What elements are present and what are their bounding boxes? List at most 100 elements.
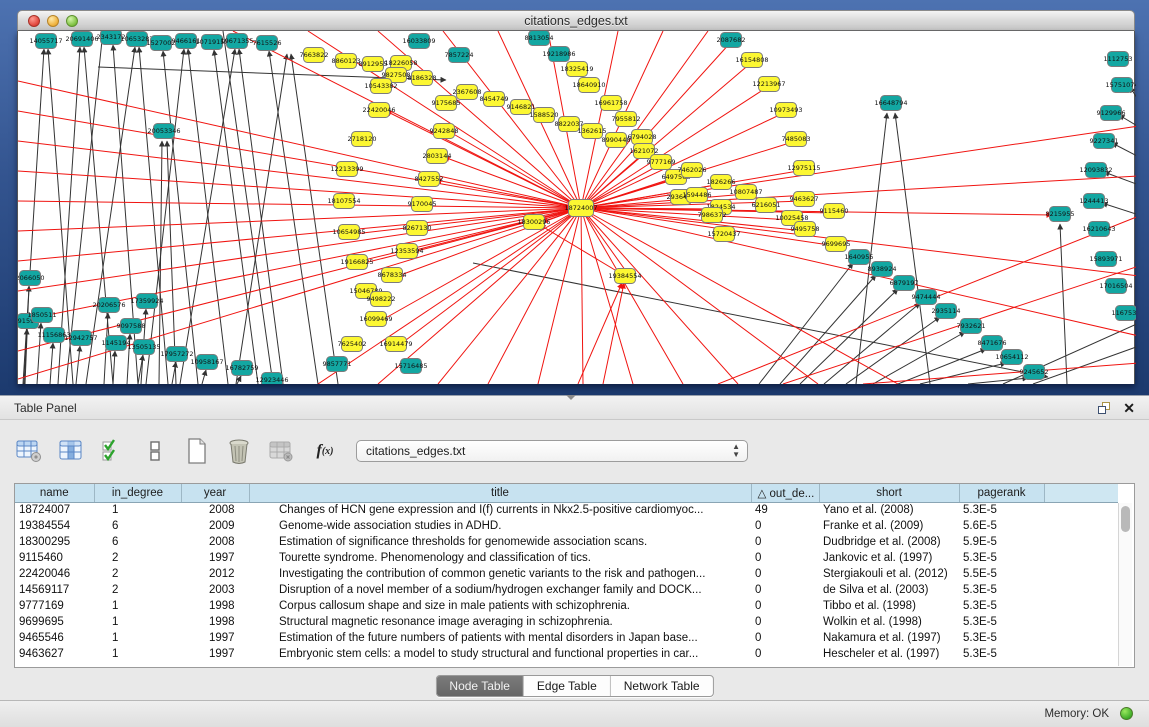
graph-node[interactable]: 6794028 xyxy=(628,130,657,145)
graph-node[interactable]: 8678334 xyxy=(378,268,407,283)
graph-node[interactable]: 7462026 xyxy=(678,163,707,178)
table-cell[interactable]: 1 xyxy=(94,630,181,646)
table-cell[interactable]: 5.3E-5 xyxy=(959,502,1044,518)
table-cell[interactable]: Changes of HCN gene expression and I(f) … xyxy=(249,502,751,518)
table-row[interactable]: 1938455462009Genome-wide association stu… xyxy=(15,518,1118,534)
network-graph-canvas[interactable]: 1405571720691406234317210653287152700294… xyxy=(17,31,1135,384)
graph-node[interactable]: 8454749 xyxy=(480,92,509,107)
table-cell[interactable]: Estimation of the future numbers of pati… xyxy=(249,630,751,646)
table-cell[interactable]: 18724007 xyxy=(15,502,94,518)
graph-node[interactable]: 7955812 xyxy=(612,112,641,127)
column-header-name[interactable]: name xyxy=(15,484,94,502)
table-cell[interactable] xyxy=(1044,646,1118,662)
graph-node[interactable]: 10654985 xyxy=(332,225,365,240)
graph-node[interactable]: 9495758 xyxy=(791,222,820,237)
graph-node[interactable]: 6879197 xyxy=(890,276,919,291)
table-cell[interactable]: 0 xyxy=(751,598,819,614)
graph-node[interactable]: 12923446 xyxy=(255,373,288,385)
graph-node[interactable]: 8427552 xyxy=(415,172,444,187)
graph-node[interactable]: 17016504 xyxy=(1099,279,1132,294)
graph-node[interactable]: 9175685 xyxy=(432,96,461,111)
table-cell[interactable]: 2003 xyxy=(181,582,249,598)
table-cell[interactable]: 0 xyxy=(751,630,819,646)
graph-node[interactable]: 1167531 xyxy=(1112,306,1136,321)
table-cell[interactable]: 0 xyxy=(751,614,819,630)
graph-node[interactable]: 10654112 xyxy=(995,350,1028,365)
table-cell[interactable]: 5.3E-5 xyxy=(959,598,1044,614)
graph-node[interactable]: 8813054 xyxy=(525,31,554,46)
graph-node[interactable]: 2718120 xyxy=(348,132,377,147)
graph-node[interactable]: 15893971 xyxy=(1089,252,1122,267)
graph-node[interactable]: 13505135 xyxy=(127,340,160,355)
table-cell[interactable]: 0 xyxy=(751,518,819,534)
table-cell[interactable]: Disruption of a novel member of a sodium… xyxy=(249,582,751,598)
graph-node[interactable]: 9474444 xyxy=(912,290,941,305)
table-cell[interactable]: 6 xyxy=(94,534,181,550)
citation-network-graph[interactable]: 1405571720691406234317210653287152700294… xyxy=(18,31,1136,384)
graph-node[interactable]: 7932621 xyxy=(957,319,986,334)
table-cell[interactable]: Tourette syndrome. Phenomenology and cla… xyxy=(249,550,751,566)
table-cell[interactable]: 5.5E-5 xyxy=(959,566,1044,582)
table-row[interactable]: 946554611997Estimation of the future num… xyxy=(15,630,1118,646)
graph-node[interactable]: 2803144 xyxy=(423,149,452,164)
table-cell[interactable]: 18300295 xyxy=(15,534,94,550)
table-cell[interactable]: Structural magnetic resonance image aver… xyxy=(249,614,751,630)
graph-node[interactable]: 9498222 xyxy=(367,292,396,307)
table-row[interactable]: 911546021997Tourette syndrome. Phenomeno… xyxy=(15,550,1118,566)
table-cell[interactable]: 49 xyxy=(751,502,819,518)
graph-node[interactable]: 7986372 xyxy=(698,208,727,223)
table-cell[interactable]: 0 xyxy=(751,582,819,598)
graph-node[interactable]: 7625402 xyxy=(338,337,367,352)
graph-node[interactable]: 19218986 xyxy=(542,47,575,62)
graph-node[interactable]: 20691406 xyxy=(65,32,98,47)
table-cell[interactable]: de Silva et al. (2003) xyxy=(819,582,959,598)
float-panel-icon[interactable] xyxy=(1097,402,1111,415)
table-cell[interactable]: 9115460 xyxy=(15,550,94,566)
graph-node[interactable]: 2935114 xyxy=(932,304,961,319)
table-cell[interactable] xyxy=(1044,582,1118,598)
graph-node[interactable]: 7663822 xyxy=(300,48,329,63)
table-cell[interactable]: Embryonic stem cells: a model to study s… xyxy=(249,646,751,662)
graph-node[interactable]: 8938924 xyxy=(868,262,897,277)
graph-node[interactable]: 2087682 xyxy=(717,33,746,48)
graph-node[interactable]: 8267130 xyxy=(403,221,432,236)
table-cell[interactable] xyxy=(1044,566,1118,582)
table-cell[interactable]: 1998 xyxy=(181,598,249,614)
table-cell[interactable]: Investigating the contribution of common… xyxy=(249,566,751,582)
graph-node[interactable]: 1145194 xyxy=(102,336,131,351)
tab-node-table[interactable]: Node Table xyxy=(436,676,523,696)
graph-node[interactable]: 10973493 xyxy=(769,103,802,118)
table-cell[interactable]: 0 xyxy=(751,534,819,550)
graph-node[interactable]: 16648794 xyxy=(874,96,907,111)
graph-node[interactable]: 12213399 xyxy=(330,162,363,177)
table-cell[interactable]: Tibbo et al. (1998) xyxy=(819,598,959,614)
graph-node[interactable]: 12213967 xyxy=(752,77,785,92)
graph-node[interactable]: 15716485 xyxy=(394,359,427,374)
graph-node[interactable]: 1112753 xyxy=(1104,52,1133,67)
graph-node[interactable]: 12093832 xyxy=(1079,163,1112,178)
graph-node[interactable]: 8471676 xyxy=(978,336,1007,351)
graph-node[interactable]: 1640955 xyxy=(845,250,874,265)
scrollbar-thumb[interactable] xyxy=(1121,506,1130,532)
table-cell[interactable]: 1997 xyxy=(181,646,249,662)
table-cell[interactable]: 9777169 xyxy=(15,598,94,614)
table-cell[interactable]: 2008 xyxy=(181,502,249,518)
graph-node[interactable]: 17359924 xyxy=(130,294,163,309)
table-cell[interactable]: 2008 xyxy=(181,534,249,550)
column-header-in_degree[interactable]: in_degree xyxy=(94,484,181,502)
table-cell[interactable] xyxy=(1044,630,1118,646)
column-select-icon[interactable] xyxy=(56,436,86,466)
graph-node[interactable]: 1594486 xyxy=(683,188,712,203)
graph-node[interactable]: 9170045 xyxy=(408,197,437,212)
table-cell[interactable]: 9463627 xyxy=(15,646,94,662)
table-cell[interactable]: Estimation of significance thresholds fo… xyxy=(249,534,751,550)
table-cell[interactable]: 1997 xyxy=(181,630,249,646)
table-cell[interactable]: 5.3E-5 xyxy=(959,630,1044,646)
graph-node[interactable]: 19166825 xyxy=(340,255,373,270)
tab-network-table[interactable]: Network Table xyxy=(610,676,713,696)
table-cell[interactable]: 9699695 xyxy=(15,614,94,630)
table-cell[interactable]: Franke et al. (2009) xyxy=(819,518,959,534)
graph-node[interactable]: 18325419 xyxy=(560,62,593,77)
graph-node[interactable]: 8186328 xyxy=(408,71,437,86)
table-row[interactable]: 969969511998Structural magnetic resonanc… xyxy=(15,614,1118,630)
